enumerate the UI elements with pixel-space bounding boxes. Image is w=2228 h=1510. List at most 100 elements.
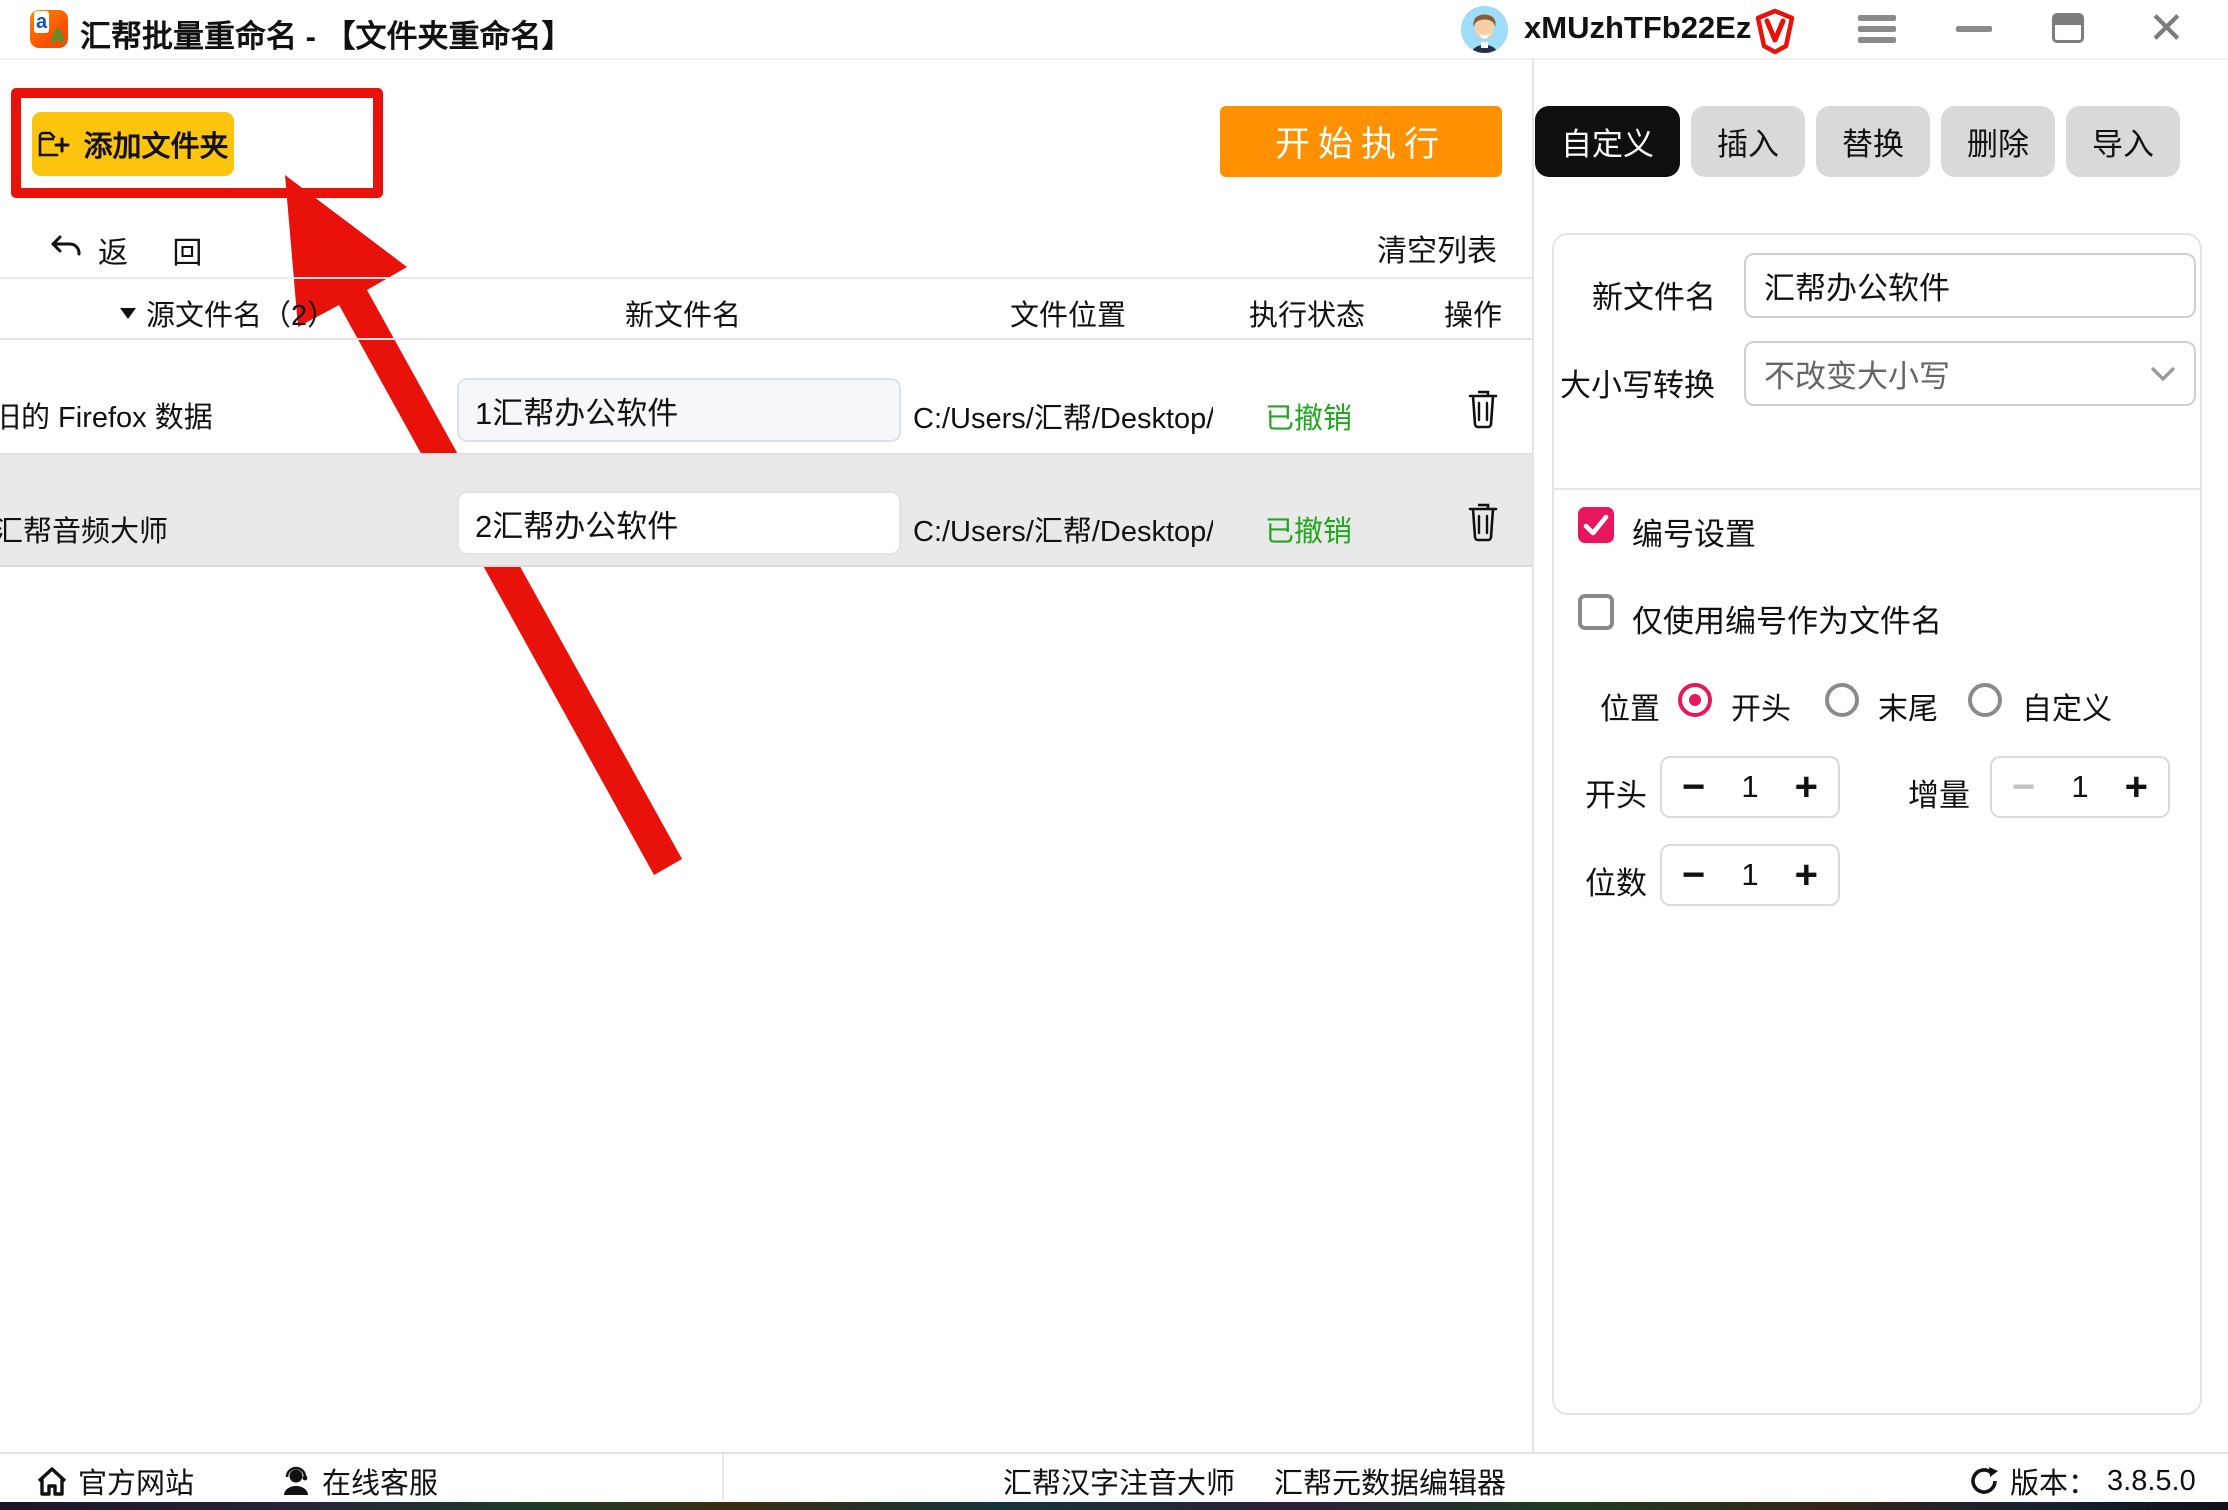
row2-status-badge: 已撤销 xyxy=(1265,508,1352,550)
position-radio-custom[interactable] xyxy=(1968,683,2002,717)
row1-new-name-input[interactable] xyxy=(457,378,901,442)
increment-value[interactable]: 1 xyxy=(2071,769,2088,805)
pinyin-tool-link[interactable]: 汇帮汉字注音大师 xyxy=(1003,1460,1235,1502)
chevron-down-icon xyxy=(2150,366,2176,382)
version-label: 版本： xyxy=(2010,1460,2097,1502)
row2-delete-button[interactable] xyxy=(1466,501,1500,548)
clear-list-button[interactable]: 清空列表 xyxy=(1377,226,1497,270)
refresh-icon xyxy=(1968,1465,2000,1497)
divider xyxy=(0,565,1532,567)
logo-letter-A: A xyxy=(51,26,65,48)
annotation-highlight-box xyxy=(11,88,383,198)
official-site-link[interactable]: 官方网站 xyxy=(36,1460,194,1502)
row2-file-location: C:/Users/汇帮/Desktop/汇帮 xyxy=(913,508,1213,550)
position-option-custom-label[interactable]: 自定义 xyxy=(2022,684,2112,728)
trash-icon xyxy=(1466,388,1500,430)
trash-icon xyxy=(1466,501,1500,543)
official-site-label: 官方网站 xyxy=(78,1460,194,1502)
app-logo-icon: a A xyxy=(30,10,68,48)
row2-new-name-input[interactable] xyxy=(457,491,901,555)
plus-button[interactable]: + xyxy=(1795,767,1818,807)
case-convert-select[interactable]: 不改变大小写 xyxy=(1744,341,2196,406)
row1-status-badge: 已撤销 xyxy=(1265,395,1352,437)
online-support-label: 在线客服 xyxy=(322,1460,438,1502)
numbering-checkbox[interactable] xyxy=(1578,507,1614,543)
user-avatar[interactable] xyxy=(1461,6,1508,53)
vip-badge-icon[interactable] xyxy=(1752,8,1798,54)
title-bar: a A 汇帮批量重命名 - 【文件夹重命名】 xMUzhTFb22Ez ✕ xyxy=(0,0,2228,60)
metadata-tool-link[interactable]: 汇帮元数据编辑器 xyxy=(1274,1460,1506,1502)
version-info[interactable]: 版本： 3.8.5.0 xyxy=(1968,1460,2196,1502)
column-header-location: 文件位置 xyxy=(1010,292,1126,334)
column-header-action: 操作 xyxy=(1444,292,1502,334)
plus-button[interactable]: + xyxy=(2125,767,2148,807)
tab-delete[interactable]: 删除 xyxy=(1941,106,2055,177)
case-convert-label: 大小写转换 xyxy=(1560,360,1715,405)
minus-button[interactable]: − xyxy=(1682,767,1705,807)
increment-stepper: − 1 + xyxy=(1990,756,2170,818)
start-number-label: 开头 xyxy=(1585,770,1647,815)
pinyin-tool-label: 汇帮汉字注音大师 xyxy=(1003,1460,1235,1502)
position-radio-end[interactable] xyxy=(1825,683,1859,717)
column-header-source-label: 源文件名（2） xyxy=(146,292,336,334)
minus-button[interactable]: − xyxy=(1682,855,1705,895)
plus-button[interactable]: + xyxy=(1795,855,1818,895)
version-value: 3.8.5.0 xyxy=(2107,1465,2196,1498)
hamburger-menu-icon[interactable] xyxy=(1858,15,1896,43)
app-window: a A 汇帮批量重命名 - 【文件夹重命名】 xMUzhTFb22Ez ✕ xyxy=(0,0,2228,1510)
case-convert-value: 不改变大小写 xyxy=(1764,351,2150,396)
home-icon xyxy=(36,1466,68,1496)
back-button[interactable]: 返 回 xyxy=(48,228,220,272)
column-header-new-name: 新文件名 xyxy=(625,292,741,334)
start-number-value[interactable]: 1 xyxy=(1741,769,1758,805)
divider xyxy=(0,277,1532,279)
digits-label: 位数 xyxy=(1585,858,1647,903)
minus-button-disabled[interactable]: − xyxy=(2012,767,2035,807)
maximize-button[interactable] xyxy=(2052,13,2084,43)
column-header-status: 执行状态 xyxy=(1249,292,1365,334)
position-radio-start[interactable] xyxy=(1678,683,1712,717)
only-number-label[interactable]: 仅使用编号作为文件名 xyxy=(1632,596,1942,641)
numbering-label[interactable]: 编号设置 xyxy=(1632,509,1756,554)
row1-source-name: 旧的 Firefox 数据 xyxy=(0,394,292,436)
online-support-link[interactable]: 在线客服 xyxy=(280,1460,438,1502)
divider xyxy=(1554,488,2200,490)
new-name-input[interactable] xyxy=(1744,253,2196,318)
tab-custom[interactable]: 自定义 xyxy=(1535,106,1680,177)
new-name-label: 新文件名 xyxy=(1592,272,1716,317)
back-label: 返 回 xyxy=(98,228,220,272)
start-execute-label: 开始执行 xyxy=(1275,116,1447,167)
position-label: 位置 xyxy=(1600,684,1660,728)
divider xyxy=(0,338,1532,340)
undo-arrow-icon xyxy=(48,232,84,268)
column-header-source[interactable]: 源文件名（2） xyxy=(118,292,336,334)
position-option-end-label[interactable]: 末尾 xyxy=(1878,684,1938,728)
row1-delete-button[interactable] xyxy=(1466,388,1500,435)
increment-label: 增量 xyxy=(1908,770,1970,815)
digits-value[interactable]: 1 xyxy=(1741,857,1758,893)
close-button[interactable]: ✕ xyxy=(2148,6,2185,52)
logo-letter-a: a xyxy=(34,11,49,33)
only-number-checkbox[interactable] xyxy=(1578,594,1614,630)
tab-import[interactable]: 导入 xyxy=(2066,106,2180,177)
sort-desc-icon xyxy=(118,306,138,320)
row2-source-name: 汇帮音频大师 xyxy=(0,508,294,550)
window-title: 汇帮批量重命名 - 【文件夹重命名】 xyxy=(80,11,573,56)
settings-panel xyxy=(1552,233,2202,1415)
customer-service-icon xyxy=(280,1465,312,1497)
digits-stepper: − 1 + xyxy=(1660,844,1840,906)
start-execute-button[interactable]: 开始执行 xyxy=(1220,106,1502,177)
avatar-illustration xyxy=(1461,6,1508,53)
start-number-stepper: − 1 + xyxy=(1660,756,1840,818)
row1-file-location: C:/Users/汇帮/Desktop/旧的 xyxy=(913,395,1213,437)
tab-insert[interactable]: 插入 xyxy=(1691,106,1805,177)
divider xyxy=(722,1454,724,1500)
panel-divider xyxy=(1532,58,1534,1452)
metadata-tool-label: 汇帮元数据编辑器 xyxy=(1274,1460,1506,1502)
tab-replace[interactable]: 替换 xyxy=(1816,106,1930,177)
minimize-button[interactable] xyxy=(1956,26,1992,32)
screen-bottom-strip xyxy=(0,1502,2228,1510)
check-icon xyxy=(1578,507,1614,543)
position-option-start-label[interactable]: 开头 xyxy=(1731,684,1791,728)
username-label[interactable]: xMUzhTFb22Ez xyxy=(1524,10,1751,46)
